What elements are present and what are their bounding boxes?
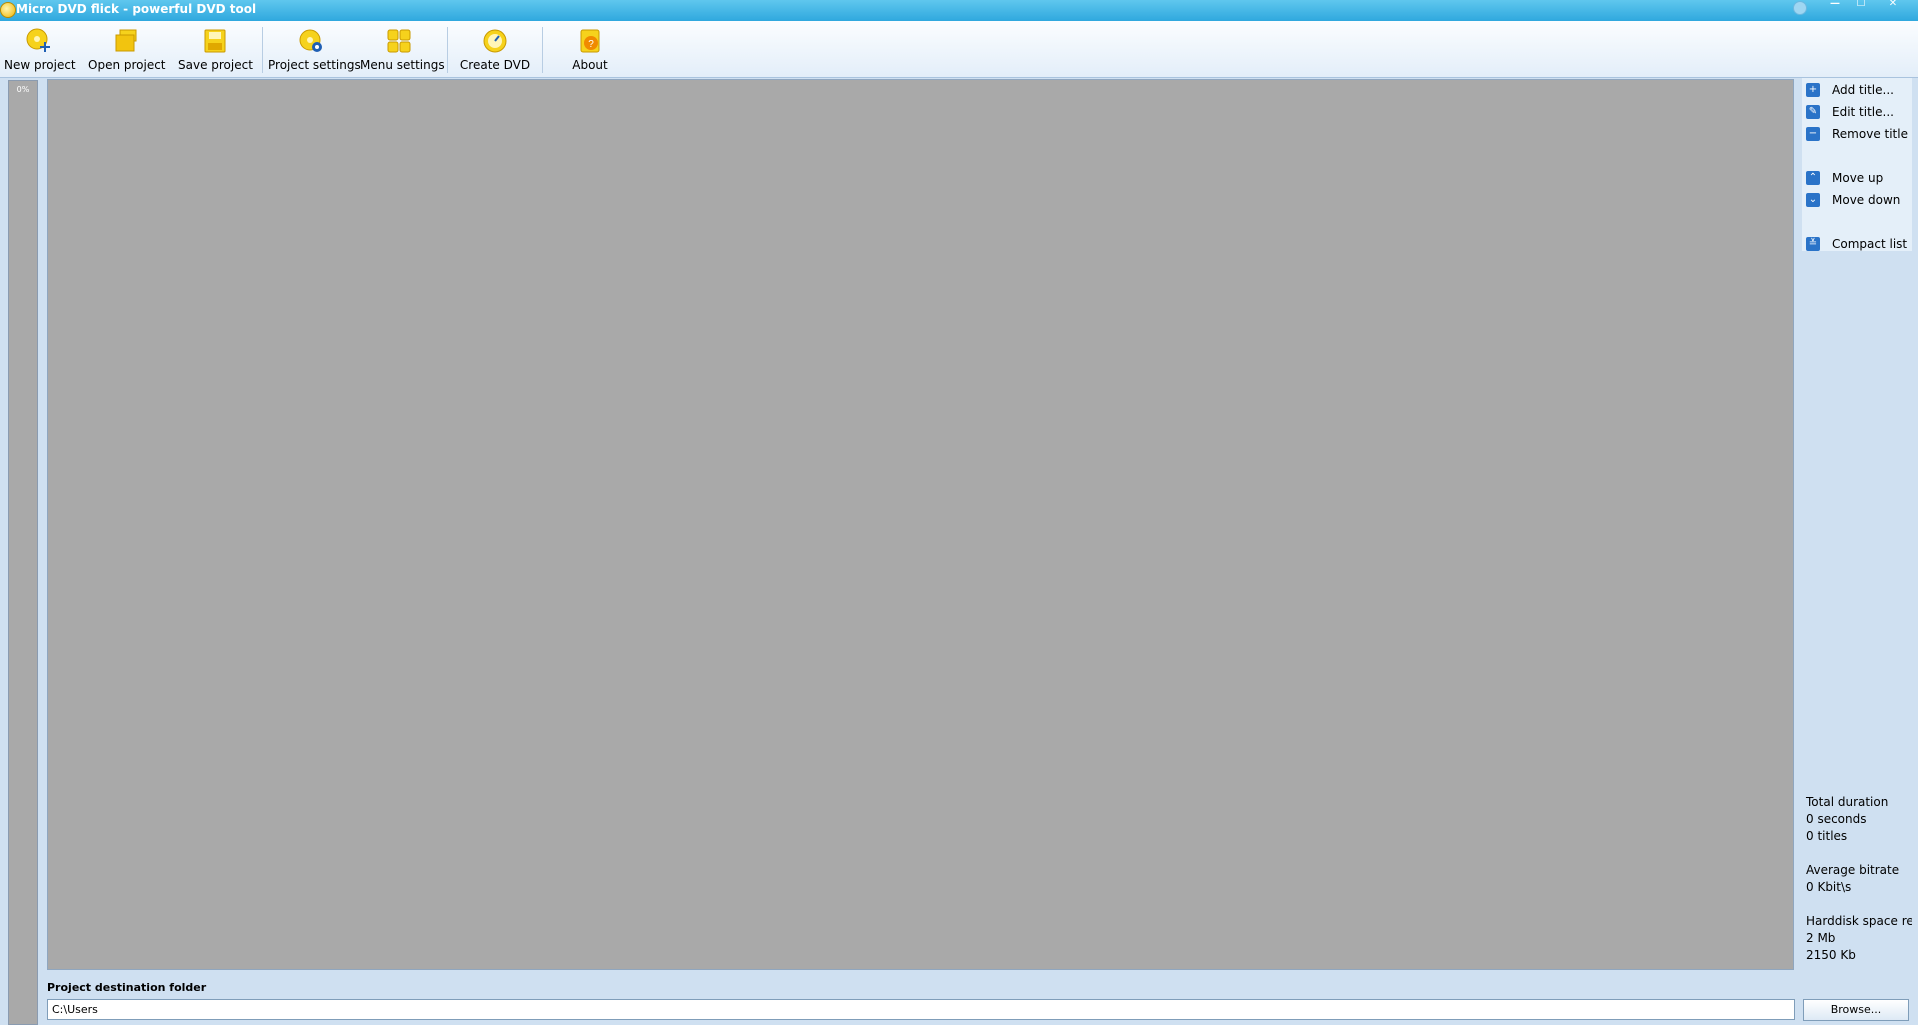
save-project-label: Save project [178, 58, 253, 72]
harddisk-mb: 2 Mb [1806, 931, 1836, 945]
toolbar-separator [447, 27, 448, 73]
svg-text:?: ? [588, 39, 594, 50]
title-bar: Micro DVD flick - powerful DVD tool — ☐ … [0, 0, 1918, 21]
help-icon[interactable] [1793, 1, 1807, 15]
move-down-label: Move down [1832, 193, 1901, 207]
menu-settings-label: Menu settings [360, 58, 445, 72]
menu-grid-icon [387, 29, 411, 53]
create-dvd-label: Create DVD [459, 58, 531, 72]
add-title-icon: + [1806, 83, 1820, 97]
new-project-label: New project [4, 58, 76, 72]
close-button[interactable]: ✕ [1880, 0, 1906, 9]
progress-percent: 0% [16, 85, 30, 94]
duration-value: 0 seconds [1806, 812, 1867, 826]
title-list[interactable] [47, 79, 1794, 970]
move-down-button[interactable]: ⌄ Move down [1806, 191, 1900, 209]
bitrate-stats: Average bitrate 0 Kbit\s [1806, 862, 1899, 896]
destination-folder-input[interactable] [47, 999, 1795, 1020]
app-logo-icon [0, 2, 16, 18]
destination-folder-label: Project destination folder [47, 981, 207, 994]
harddisk-kb: 2150 Kb [1806, 948, 1856, 962]
compact-list-icon: ≚ [1806, 237, 1820, 251]
progress-bar: 0% [8, 80, 38, 1025]
maximize-button[interactable]: ☐ [1848, 0, 1874, 9]
about-button[interactable]: ? About [562, 23, 618, 75]
window-title: Micro DVD flick - powerful DVD tool [16, 2, 257, 16]
move-up-label: Move up [1832, 171, 1884, 185]
edit-pencil-icon: ✎ [1806, 105, 1820, 119]
help-question-icon: ? [580, 29, 600, 53]
new-project-button[interactable]: New project [4, 23, 76, 75]
chevron-up-icon: ⌃ [1806, 171, 1820, 185]
remove-title-icon: − [1806, 127, 1820, 141]
open-project-button[interactable]: Open project [88, 23, 166, 75]
edit-title-label: Edit title... [1832, 105, 1894, 119]
browse-button[interactable]: Browse... [1803, 999, 1909, 1021]
title-actions-panel: + Add title... ✎ Edit title... − Remove … [1802, 78, 1912, 251]
menu-settings-button[interactable]: Menu settings [360, 23, 445, 75]
disc-settings-icon [299, 29, 322, 52]
remove-title-label: Remove title [1832, 127, 1908, 141]
create-dvd-icon [483, 29, 507, 53]
average-bitrate-label: Average bitrate [1806, 863, 1900, 877]
bitrate-value: 0 Kbit\s [1806, 880, 1852, 894]
project-settings-label: Project settings [268, 58, 361, 72]
main-toolbar: New project Open project Save project Pr… [0, 21, 1918, 78]
chevron-down-icon: ⌄ [1806, 193, 1820, 207]
save-disk-icon [204, 29, 226, 53]
titles-count: 0 titles [1806, 829, 1848, 843]
duration-stats: Total duration 0 seconds 0 titles [1806, 794, 1888, 845]
minimize-button[interactable]: — [1822, 0, 1848, 9]
create-dvd-button[interactable]: Create DVD [459, 23, 531, 75]
toolbar-separator [262, 27, 263, 73]
total-duration-label: Total duration [1806, 795, 1889, 809]
new-project-icon [26, 28, 50, 52]
move-up-button[interactable]: ⌃ Move up [1806, 169, 1883, 187]
about-label: About [572, 58, 608, 72]
harddisk-stats: Harddisk space re 2 Mb 2150 Kb [1806, 913, 1912, 964]
open-project-label: Open project [88, 58, 166, 72]
save-project-button[interactable]: Save project [178, 23, 253, 75]
toolbar-separator [542, 27, 543, 73]
remove-title-button[interactable]: − Remove title [1806, 125, 1908, 143]
project-settings-button[interactable]: Project settings [268, 23, 361, 75]
compact-list-button[interactable]: ≚ Compact list [1806, 235, 1907, 253]
harddisk-space-label: Harddisk space re [1806, 914, 1912, 928]
add-title-button[interactable]: + Add title... [1806, 81, 1894, 99]
edit-title-button[interactable]: ✎ Edit title... [1806, 103, 1894, 121]
compact-list-label: Compact list [1832, 237, 1908, 251]
open-folder-icon [115, 29, 137, 52]
add-title-label: Add title... [1832, 83, 1894, 97]
